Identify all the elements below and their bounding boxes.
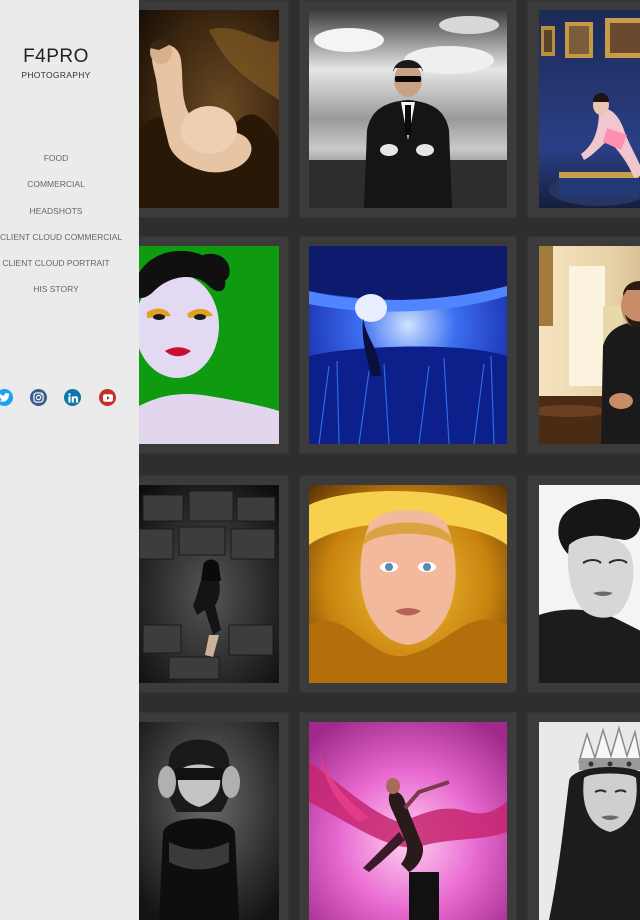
photo-woman-hands-face-bw[interactable] — [139, 722, 279, 920]
youtube-icon[interactable] — [99, 389, 116, 406]
gallery-tile — [527, 712, 640, 920]
gallery-tile — [527, 0, 640, 218]
site-logo-title[interactable]: F4PRO — [0, 46, 112, 68]
site-logo-subtitle[interactable]: PHOTOGRAPHY — [0, 70, 112, 80]
photo-blue-wide-angle-reeds[interactable] — [309, 246, 507, 444]
gallery-tile — [139, 712, 289, 920]
instagram-icon[interactable] — [30, 389, 47, 406]
gallery-tile — [299, 0, 517, 218]
photo-bearded-man-table[interactable] — [539, 246, 640, 444]
gallery-tile — [139, 0, 289, 218]
sidebar: F4PRO PHOTOGRAPHY FOOD COMMERCIAL HEADSH… — [0, 0, 139, 920]
gallery-tile — [527, 236, 640, 454]
gallery-tile — [527, 475, 640, 693]
twitter-icon[interactable] — [0, 389, 13, 406]
gallery-tile — [299, 236, 517, 454]
nav-item-client-cloud-portrait[interactable]: CLIENT CLOUD PORTRAIT — [0, 256, 112, 282]
photo-dancer-pink-fabric[interactable] — [309, 722, 507, 920]
main-nav: FOOD COMMERCIAL HEADSHOTS CLIENT CLOUD C… — [0, 151, 122, 309]
nav-item-client-cloud-commercial[interactable]: CLIENT CLOUD COMMERCIAL — [0, 230, 122, 256]
photo-pregnant-nude-gold-fabric[interactable] — [139, 10, 279, 208]
gallery-tile — [139, 475, 289, 693]
gallery-tile — [299, 712, 517, 920]
linkedin-icon[interactable] — [64, 389, 81, 406]
nav-item-commercial[interactable]: COMMERCIAL — [0, 177, 112, 203]
nav-item-headshots[interactable]: HEADSHOTS — [0, 204, 112, 230]
photo-woman-blue-room-paintings[interactable] — [539, 10, 640, 208]
photo-gallery — [139, 0, 640, 920]
photo-woman-black-white-profile[interactable] — [539, 485, 640, 683]
nav-item-food[interactable]: FOOD — [0, 151, 112, 177]
photo-man-suit-sunglasses-sky[interactable] — [309, 10, 507, 208]
gallery-tile — [299, 475, 517, 693]
photo-woman-yellow-scarf[interactable] — [309, 485, 507, 683]
gallery-tile — [139, 236, 289, 454]
nav-item-his-story[interactable]: HIS STORY — [0, 282, 112, 308]
social-links — [0, 389, 120, 407]
photo-woman-green-background[interactable] — [139, 246, 279, 444]
photo-woman-crown-bw[interactable] — [539, 722, 640, 920]
photo-woman-sitting-rocks[interactable] — [139, 485, 279, 683]
